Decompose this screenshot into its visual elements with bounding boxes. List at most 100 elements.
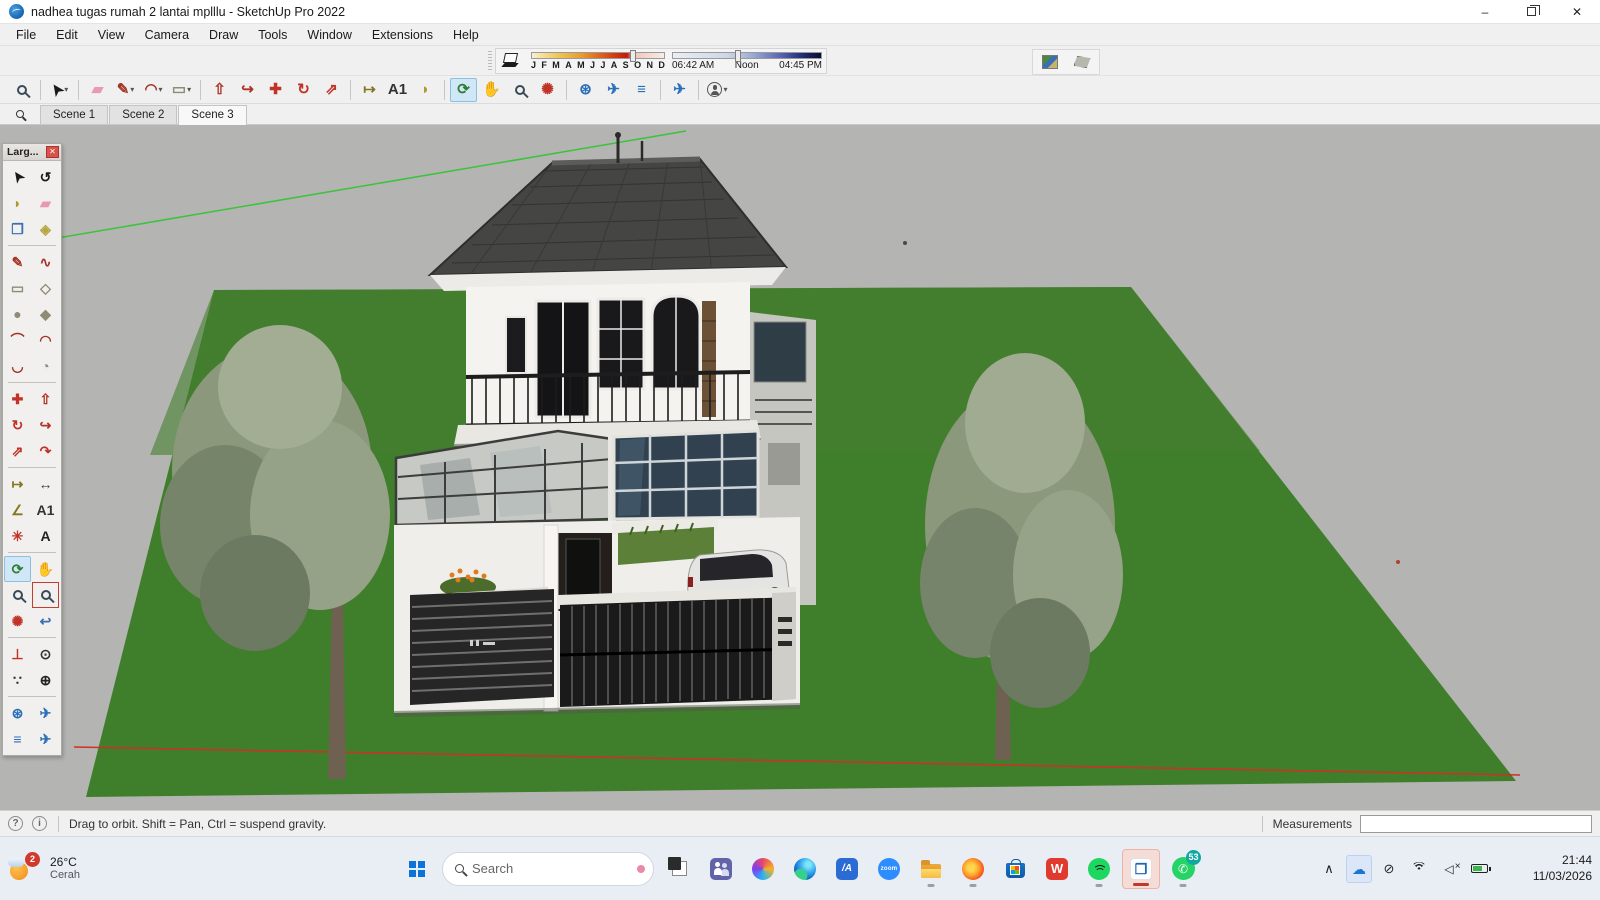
rotate-tool[interactable]: ↻ (290, 78, 317, 102)
trimble-connect-open[interactable]: ⊛ (572, 78, 599, 102)
axes-tool[interactable]: ✳ (4, 523, 31, 549)
date-slider-track[interactable] (531, 52, 665, 59)
spotify[interactable] (1080, 849, 1118, 889)
taskbar-search[interactable]: Search (442, 852, 654, 886)
tape-measure-tool[interactable]: ↦ (4, 471, 31, 497)
restore-button[interactable] (1508, 0, 1554, 23)
shadow-toggle-button[interactable] (500, 50, 524, 72)
task-view[interactable] (660, 849, 698, 889)
tag-tool[interactable]: ◈ (32, 216, 59, 242)
polygon-tool[interactable]: ◆ (32, 301, 59, 327)
circle-tool[interactable]: ● (4, 301, 31, 327)
copilot[interactable] (744, 849, 782, 889)
zoom-previous-tool[interactable]: ↩ (32, 608, 59, 634)
title-bar[interactable]: nadhea tugas rumah 2 lantai mplllu - Ske… (0, 0, 1600, 24)
microsoft-store[interactable] (996, 849, 1034, 889)
paint-bucket-tool[interactable]: ◗ (412, 78, 439, 102)
rectangle-tool[interactable]: ▭ (4, 275, 31, 301)
follow-me-tool[interactable]: ↪ (234, 78, 261, 102)
zoom-app[interactable]: zoom (870, 849, 908, 889)
whatsapp[interactable]: ✆ 53 (1164, 849, 1202, 889)
zoom-tool[interactable] (4, 582, 31, 608)
palette-close-button[interactable]: ✕ (46, 146, 59, 158)
make-component-tool[interactable]: ❒ (4, 216, 31, 242)
scale-tool[interactable]: ⇗ (318, 78, 345, 102)
text-tool[interactable]: A1 (384, 78, 411, 102)
send-to-layout[interactable]: ✈ (32, 726, 59, 752)
send-to-layout[interactable]: ✈ (666, 78, 693, 102)
teams[interactable] (702, 849, 740, 889)
trimble-connect-publish[interactable]: ≡ (628, 78, 655, 102)
move-tool[interactable]: ✚ (262, 78, 289, 102)
firefox[interactable] (954, 849, 992, 889)
look-around-tool[interactable]: ⊙ (32, 641, 59, 667)
rotated-rectangle-tool[interactable]: ◇ (32, 275, 59, 301)
wps-office[interactable]: W (1038, 849, 1076, 889)
lasso-select-tool[interactable]: ↺ (32, 164, 59, 190)
volume-muted[interactable]: ◁ (1436, 855, 1462, 883)
dimension-tool[interactable]: ↔ (32, 471, 59, 497)
rectangle-tool[interactable]: ▭ (168, 78, 195, 102)
arc-tool[interactable]: ⌒ (4, 327, 31, 353)
walk-tool[interactable]: ∵ (4, 667, 31, 693)
wifi[interactable] (1406, 855, 1432, 883)
line-tool[interactable]: ✎ (4, 249, 31, 275)
offset-tool[interactable]: ↷ (32, 438, 59, 464)
position-camera-tool[interactable]: ⊥ (4, 641, 31, 667)
file-explorer[interactable] (912, 849, 950, 889)
trimble-connect-open[interactable]: ⊛ (4, 700, 31, 726)
menu-item[interactable]: Help (443, 26, 489, 44)
time-slider-track[interactable] (672, 52, 822, 59)
scale-tool[interactable]: ⇗ (4, 438, 31, 464)
pie-tool[interactable]: ◔ (32, 353, 59, 379)
3d-text-tool[interactable]: A (32, 523, 59, 549)
menu-item[interactable]: File (6, 26, 46, 44)
help-icon[interactable]: ? (8, 816, 23, 831)
tab-scene-2[interactable]: Scene 2 (109, 105, 177, 124)
design-app[interactable]: /A (828, 849, 866, 889)
close-button[interactable]: ✕ (1554, 0, 1600, 23)
zoom-tool[interactable] (8, 78, 35, 102)
texture-image-button[interactable] (1037, 52, 1063, 72)
search-button[interactable] (0, 105, 40, 123)
taskbar-clock[interactable]: 21:44 11/03/2026 (1533, 853, 1592, 884)
battery[interactable] (1466, 855, 1492, 883)
menu-item[interactable]: Tools (248, 26, 297, 44)
eraser-tool[interactable]: ▰ (84, 78, 111, 102)
trimble-connect-publish[interactable]: ≡ (4, 726, 31, 752)
protractor-tool[interactable]: ∠ (4, 497, 31, 523)
sign-in-button[interactable] (704, 78, 731, 102)
push-pull-tool[interactable]: ⇧ (206, 78, 233, 102)
menu-item[interactable]: Extensions (362, 26, 443, 44)
eraser-tool[interactable]: ▰ (32, 190, 59, 216)
push-pull-tool[interactable]: ⇧ (32, 386, 59, 412)
select-tool[interactable]: ➤ (46, 78, 73, 102)
zoom-window-tool[interactable] (32, 582, 59, 608)
menu-item[interactable]: Draw (199, 26, 248, 44)
start-button[interactable] (398, 849, 436, 889)
eye-off[interactable]: ⊘ (1376, 855, 1402, 883)
pan-tool[interactable]: ✋ (478, 78, 505, 102)
onedrive[interactable]: ☁ (1346, 855, 1372, 883)
trimble-connect-sync[interactable]: ✈ (600, 78, 627, 102)
pan-tool[interactable]: ✋ (32, 556, 59, 582)
move-tool[interactable]: ✚ (4, 386, 31, 412)
select-tool[interactable]: ➤ (4, 164, 31, 190)
zoom-extents-tool[interactable]: ✺ (534, 78, 561, 102)
three-point-arc-tool[interactable]: ◡ (4, 353, 31, 379)
zoom-extents-tool[interactable]: ✺ (4, 608, 31, 634)
sketchup[interactable]: ❒ (1122, 849, 1160, 889)
date-slider-thumb[interactable] (630, 50, 636, 62)
freehand-tool[interactable]: ∿ (32, 249, 59, 275)
tab-scene-3[interactable]: Scene 3 (178, 105, 246, 125)
minimize-button[interactable]: – (1462, 0, 1508, 23)
orbit-tool[interactable]: ⟳ (4, 556, 31, 582)
info-icon[interactable]: i (32, 816, 47, 831)
palette-header[interactable]: Larg... ✕ (3, 144, 61, 161)
text-tool[interactable]: A1 (32, 497, 59, 523)
model-viewport[interactable]: Larg... ✕ ➤↺◗▰❒◈✎∿▭◇●◆⌒◠◡◔✚⇧↻↪⇗↷↦↔∠A1✳A⟳… (0, 125, 1600, 810)
tray-chevron[interactable]: ∧ (1316, 855, 1342, 883)
menu-item[interactable]: Camera (135, 26, 199, 44)
menu-item[interactable]: Window (297, 26, 361, 44)
rotate-tool[interactable]: ↻ (4, 412, 31, 438)
